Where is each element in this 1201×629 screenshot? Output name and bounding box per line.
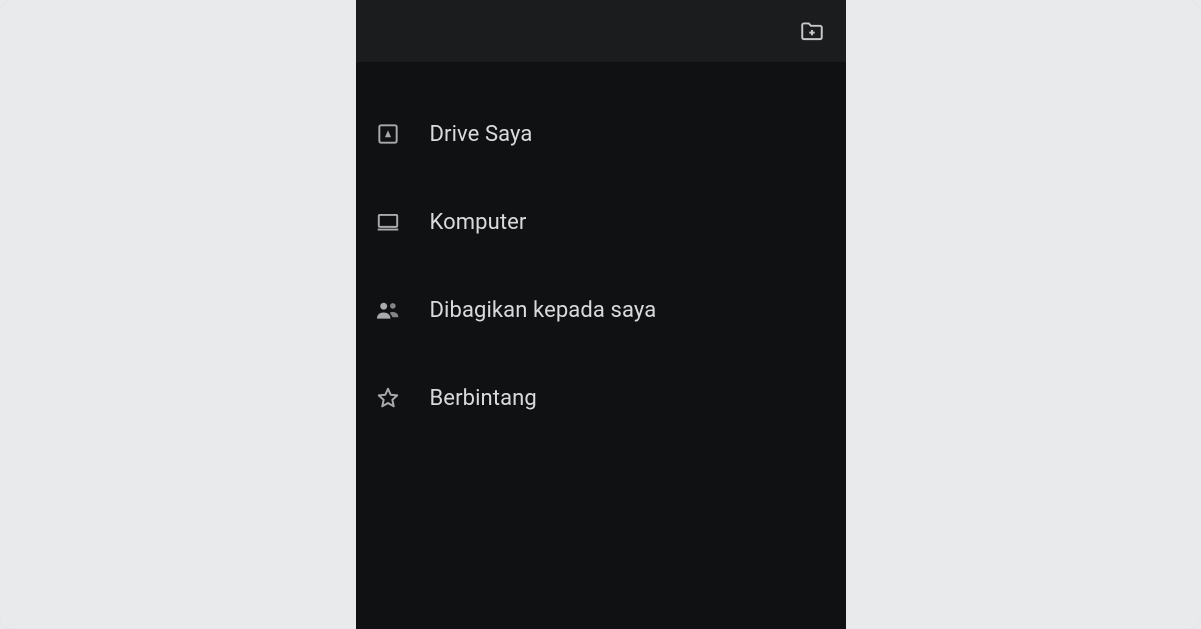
- drive-icon: [374, 120, 402, 148]
- nav-item-starred[interactable]: Berbintang: [356, 354, 846, 442]
- nav-item-shared-with-me[interactable]: Dibagikan kepada saya: [356, 266, 846, 354]
- nav-item-label: Dibagikan kepada saya: [430, 298, 657, 323]
- new-folder-button[interactable]: [796, 15, 828, 47]
- nav-item-my-drive[interactable]: Drive Saya: [356, 90, 846, 178]
- computer-icon: [374, 208, 402, 236]
- app-frame: Drive Saya Komputer: [0, 0, 1201, 629]
- nav-item-label: Komputer: [430, 210, 527, 235]
- nav-list: Drive Saya Komputer: [356, 62, 846, 442]
- topbar: [356, 0, 846, 62]
- nav-item-computers[interactable]: Komputer: [356, 178, 846, 266]
- shared-icon: [374, 296, 402, 324]
- star-icon: [374, 384, 402, 412]
- nav-item-label: Drive Saya: [430, 122, 533, 147]
- new-folder-icon: [799, 18, 825, 44]
- nav-item-label: Berbintang: [430, 386, 537, 411]
- drive-sidebar-panel: Drive Saya Komputer: [356, 0, 846, 629]
